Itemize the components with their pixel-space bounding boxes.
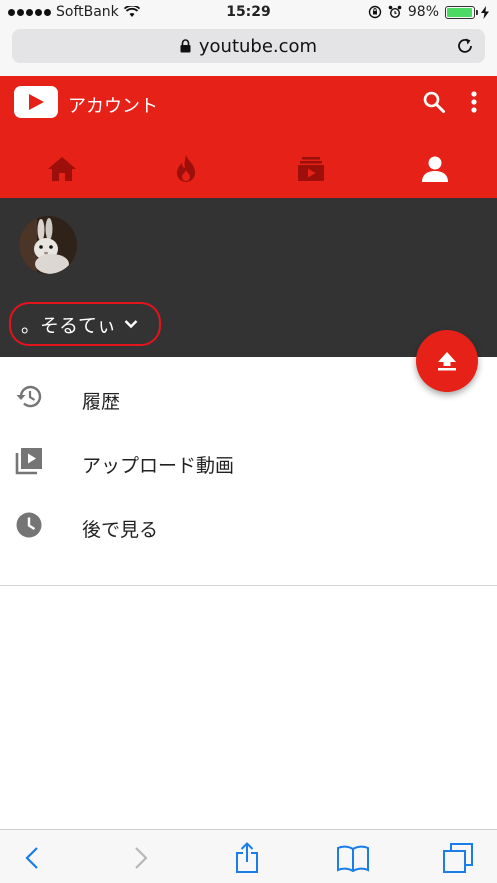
rabbit-photo: [19, 216, 77, 274]
share-button[interactable]: [229, 840, 265, 876]
menu-divider: [0, 585, 497, 586]
avatar[interactable]: [19, 216, 77, 274]
address-bar[interactable]: youtube.com: [12, 29, 485, 63]
subscriptions-icon: [297, 157, 324, 181]
trending-icon: [177, 155, 196, 182]
page-title: アカウント: [68, 96, 158, 117]
rotation-lock-icon: [368, 5, 382, 19]
menu-label-uploads: アップロード動画: [82, 455, 235, 477]
more-options-icon[interactable]: [470, 90, 478, 114]
forward-icon: [135, 847, 148, 869]
bookmarks-icon: [337, 845, 369, 872]
app-header: アカウント: [0, 76, 497, 198]
profile-header: 。そるてぃ: [0, 198, 497, 357]
home-icon: [48, 157, 77, 181]
menu-label-watch-later: 後で見る: [82, 519, 159, 541]
youtube-logo-icon[interactable]: [14, 86, 58, 118]
reload-icon[interactable]: [455, 36, 475, 56]
browser-toolbar: [0, 829, 497, 883]
menu-item-history[interactable]: 履歴: [0, 363, 497, 427]
charging-icon: [481, 5, 489, 19]
forward-button[interactable]: [123, 840, 159, 876]
watch-later-icon: [16, 512, 42, 538]
lock-icon: [180, 39, 191, 53]
battery-icon: [445, 5, 478, 19]
browser-address-area: youtube.com: [0, 26, 497, 76]
menu-item-uploads[interactable]: アップロード動画: [0, 427, 497, 491]
alarm-icon: [388, 5, 402, 18]
back-button[interactable]: [14, 840, 50, 876]
menu-item-watch-later[interactable]: 後で見る: [0, 491, 497, 555]
tab-subscriptions[interactable]: [249, 140, 373, 198]
back-icon: [25, 847, 38, 869]
account-name: 。そるてぃ: [21, 314, 117, 337]
tab-account[interactable]: [373, 140, 497, 198]
main-tabs: [0, 140, 497, 198]
tabs-icon: [443, 843, 473, 873]
history-icon: [16, 385, 42, 408]
signal-strength-icon: [8, 8, 51, 16]
account-icon: [421, 156, 448, 182]
carrier-label: SoftBank: [56, 4, 119, 20]
battery-percent: 98%: [407, 4, 439, 20]
tab-home[interactable]: [0, 140, 124, 198]
wifi-icon: [123, 6, 140, 17]
search-icon[interactable]: [422, 90, 446, 114]
share-icon: [236, 842, 258, 873]
status-bar: SoftBank 15:29 98%: [0, 0, 497, 26]
uploads-icon: [15, 448, 42, 475]
bookmarks-button[interactable]: [335, 840, 371, 876]
menu-label-history: 履歴: [82, 391, 121, 413]
account-switcher[interactable]: 。そるてぃ: [9, 302, 161, 346]
url-text: youtube.com: [198, 35, 318, 57]
tab-trending[interactable]: [124, 140, 248, 198]
tabs-button[interactable]: [440, 840, 476, 876]
chevron-down-icon: [124, 320, 138, 329]
